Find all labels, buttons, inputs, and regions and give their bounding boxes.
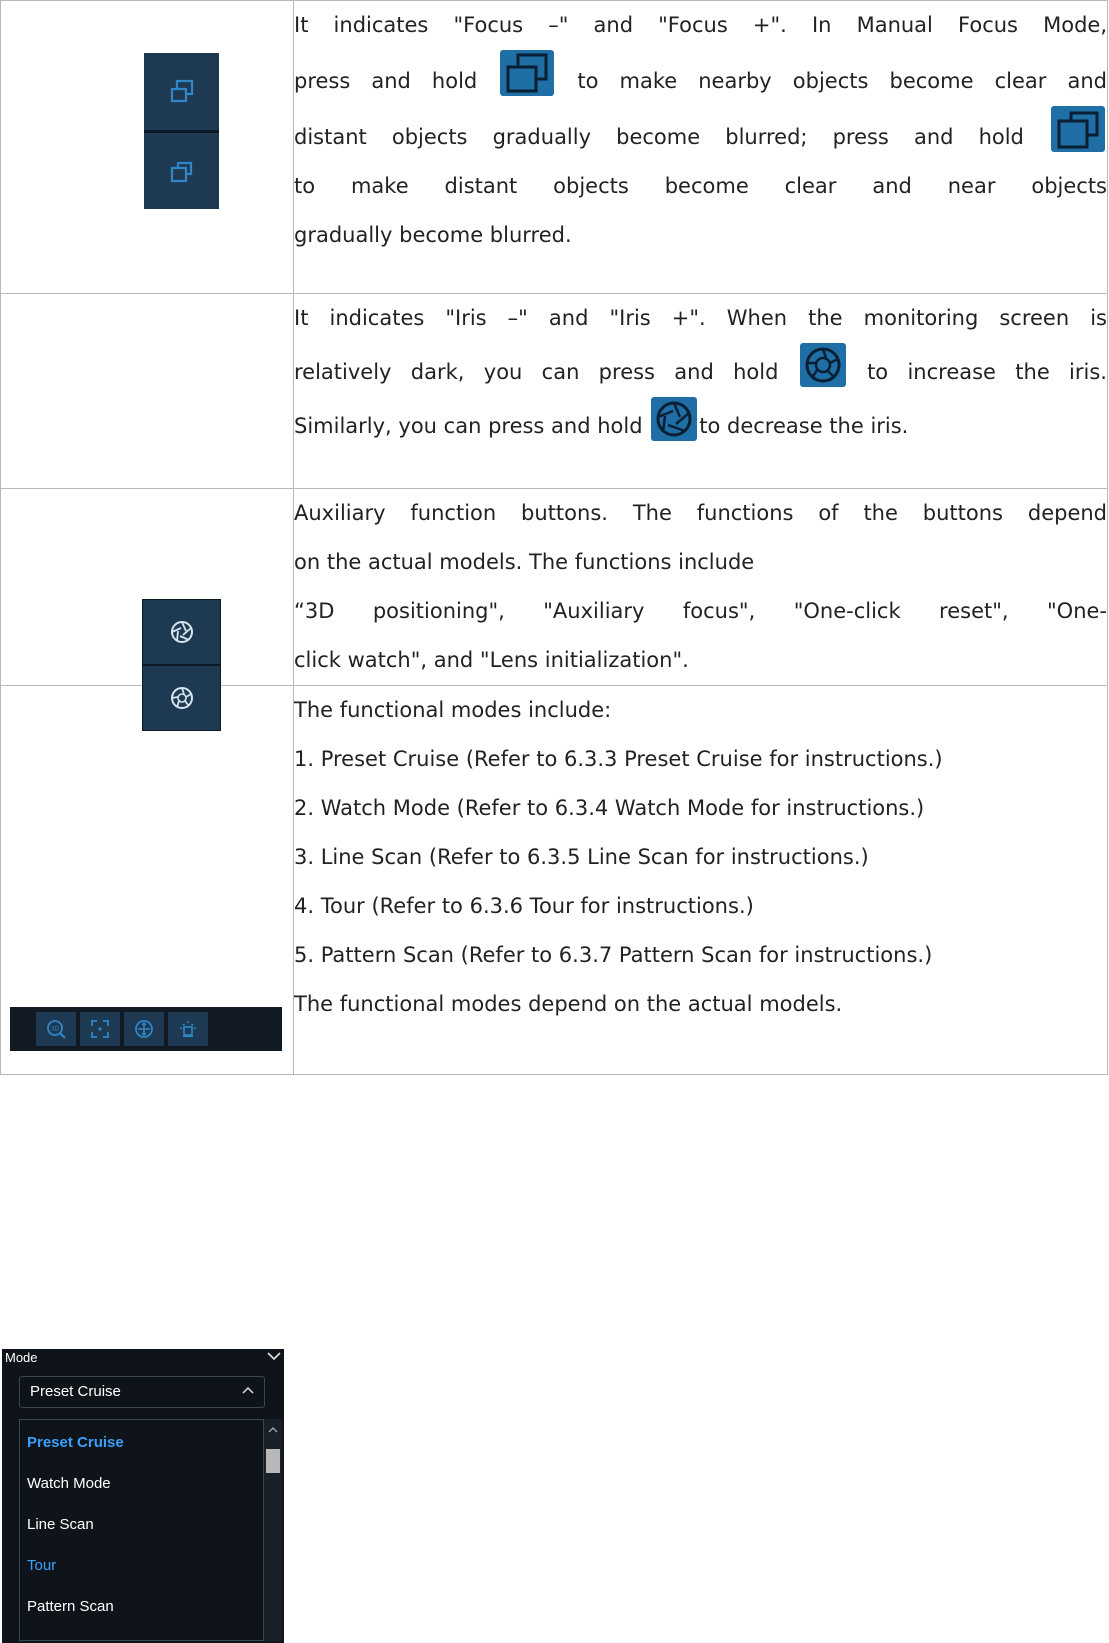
focus-text-line: press and hold to make nearby objects be… <box>294 50 1107 106</box>
mode-text-line: The functional modes include: <box>294 698 612 722</box>
mode-text-line: 1. Preset Cruise (Refer to 6.3.3 Preset … <box>294 747 943 771</box>
mode-text-line: The functional modes depend on the actua… <box>294 992 843 1016</box>
mode-text-line: 2. Watch Mode (Refer to 6.3.4 Watch Mode… <box>294 796 925 820</box>
iris-description: It indicates "Iris –" and "Iris +". When… <box>293 293 1108 489</box>
focus-text-line: distant objects gradually become blurred… <box>294 106 1107 162</box>
focus-near-icon <box>170 79 193 102</box>
auxiliary-description: Auxiliary function buttons. The function… <box>293 488 1108 686</box>
mode-option-line-scan[interactable]: Line Scan <box>27 1516 94 1533</box>
mode-panel: Mode Preset Cruise Preset Cruise Watch M… <box>2 1349 284 1643</box>
scroll-thumb[interactable] <box>266 1449 280 1473</box>
mode-select-value: Preset Cruise <box>30 1383 121 1400</box>
focus-minus-button[interactable] <box>144 53 219 130</box>
iris-open-inline-icon <box>799 343 846 387</box>
auxiliary-text-line: “3D positioning", "Auxiliary focus", "On… <box>294 599 1107 623</box>
mode-option-tour[interactable]: Tour <box>27 1557 56 1574</box>
mode-row: Mode Preset Cruise Preset Cruise Watch M… <box>0 685 1108 1643</box>
auxiliary-image-cell: 3D <box>0 488 294 1051</box>
focus-button-panel <box>144 53 219 209</box>
iris-text-line: Similarly, you can press and hold to dec… <box>294 397 1107 451</box>
mode-option-watch-mode[interactable]: Watch Mode <box>27 1475 111 1492</box>
focus-plus-button[interactable] <box>144 133 219 210</box>
focus-image-cell <box>0 0 294 294</box>
mode-description: The functional modes include: 1. Preset … <box>293 685 1108 1075</box>
chevron-up-icon <box>242 1386 254 1394</box>
iris-row: It indicates "Iris –" and "Iris +". When… <box>0 293 1108 731</box>
auxiliary-text-line: click watch", and "Lens initialization". <box>294 648 689 672</box>
focus-text-line: It indicates "Focus –" and "Focus +". In… <box>294 13 1107 37</box>
iris-image-cell <box>0 293 294 731</box>
mode-select[interactable]: Preset Cruise <box>19 1376 265 1408</box>
mode-label: Mode <box>5 1350 38 1365</box>
focus-far-icon <box>170 161 192 182</box>
chevron-down-icon[interactable] <box>267 1351 281 1361</box>
iris-text-line: It indicates "Iris –" and "Iris +". When… <box>294 306 1107 330</box>
focus-description: It indicates "Focus –" and "Focus +". In… <box>293 0 1108 294</box>
mode-image-cell: Mode Preset Cruise Preset Cruise Watch M… <box>0 685 294 1643</box>
manual-table: It indicates "Focus –" and "Focus +". In… <box>0 0 1108 1643</box>
mode-option-preset-cruise[interactable]: Preset Cruise <box>27 1434 124 1451</box>
focus-far-inline-icon <box>1050 106 1105 152</box>
mode-options-list: Preset Cruise Watch Mode Line Scan Tour … <box>19 1419 264 1641</box>
mode-list-scrollbar[interactable] <box>264 1419 282 1641</box>
mode-text-line: 4. Tour (Refer to 6.3.6 Tour for instruc… <box>294 894 754 918</box>
iris-close-inline-icon <box>651 397 698 441</box>
auxiliary-text-line: on the actual models. The functions incl… <box>294 550 755 574</box>
focus-row: It indicates "Focus –" and "Focus +". In… <box>0 0 1108 294</box>
mode-text-line: 3. Line Scan (Refer to 6.3.5 Line Scan f… <box>294 845 869 869</box>
focus-near-inline-icon <box>500 50 555 96</box>
focus-text-line: to make distant objects become clear and… <box>294 174 1107 198</box>
scroll-up-icon[interactable] <box>268 1426 278 1434</box>
auxiliary-text-line: Auxiliary function buttons. The function… <box>294 501 1107 525</box>
mode-option-pattern-scan[interactable]: Pattern Scan <box>27 1598 114 1615</box>
auxiliary-row: 3D Auxiliary function buttons. The funct… <box>0 488 1108 1051</box>
iris-text-line: relatively dark, you can press and hold … <box>294 343 1107 397</box>
mode-text-line: 5. Pattern Scan (Refer to 6.3.7 Pattern … <box>294 943 933 967</box>
focus-text-line: gradually become blurred. <box>294 223 572 247</box>
